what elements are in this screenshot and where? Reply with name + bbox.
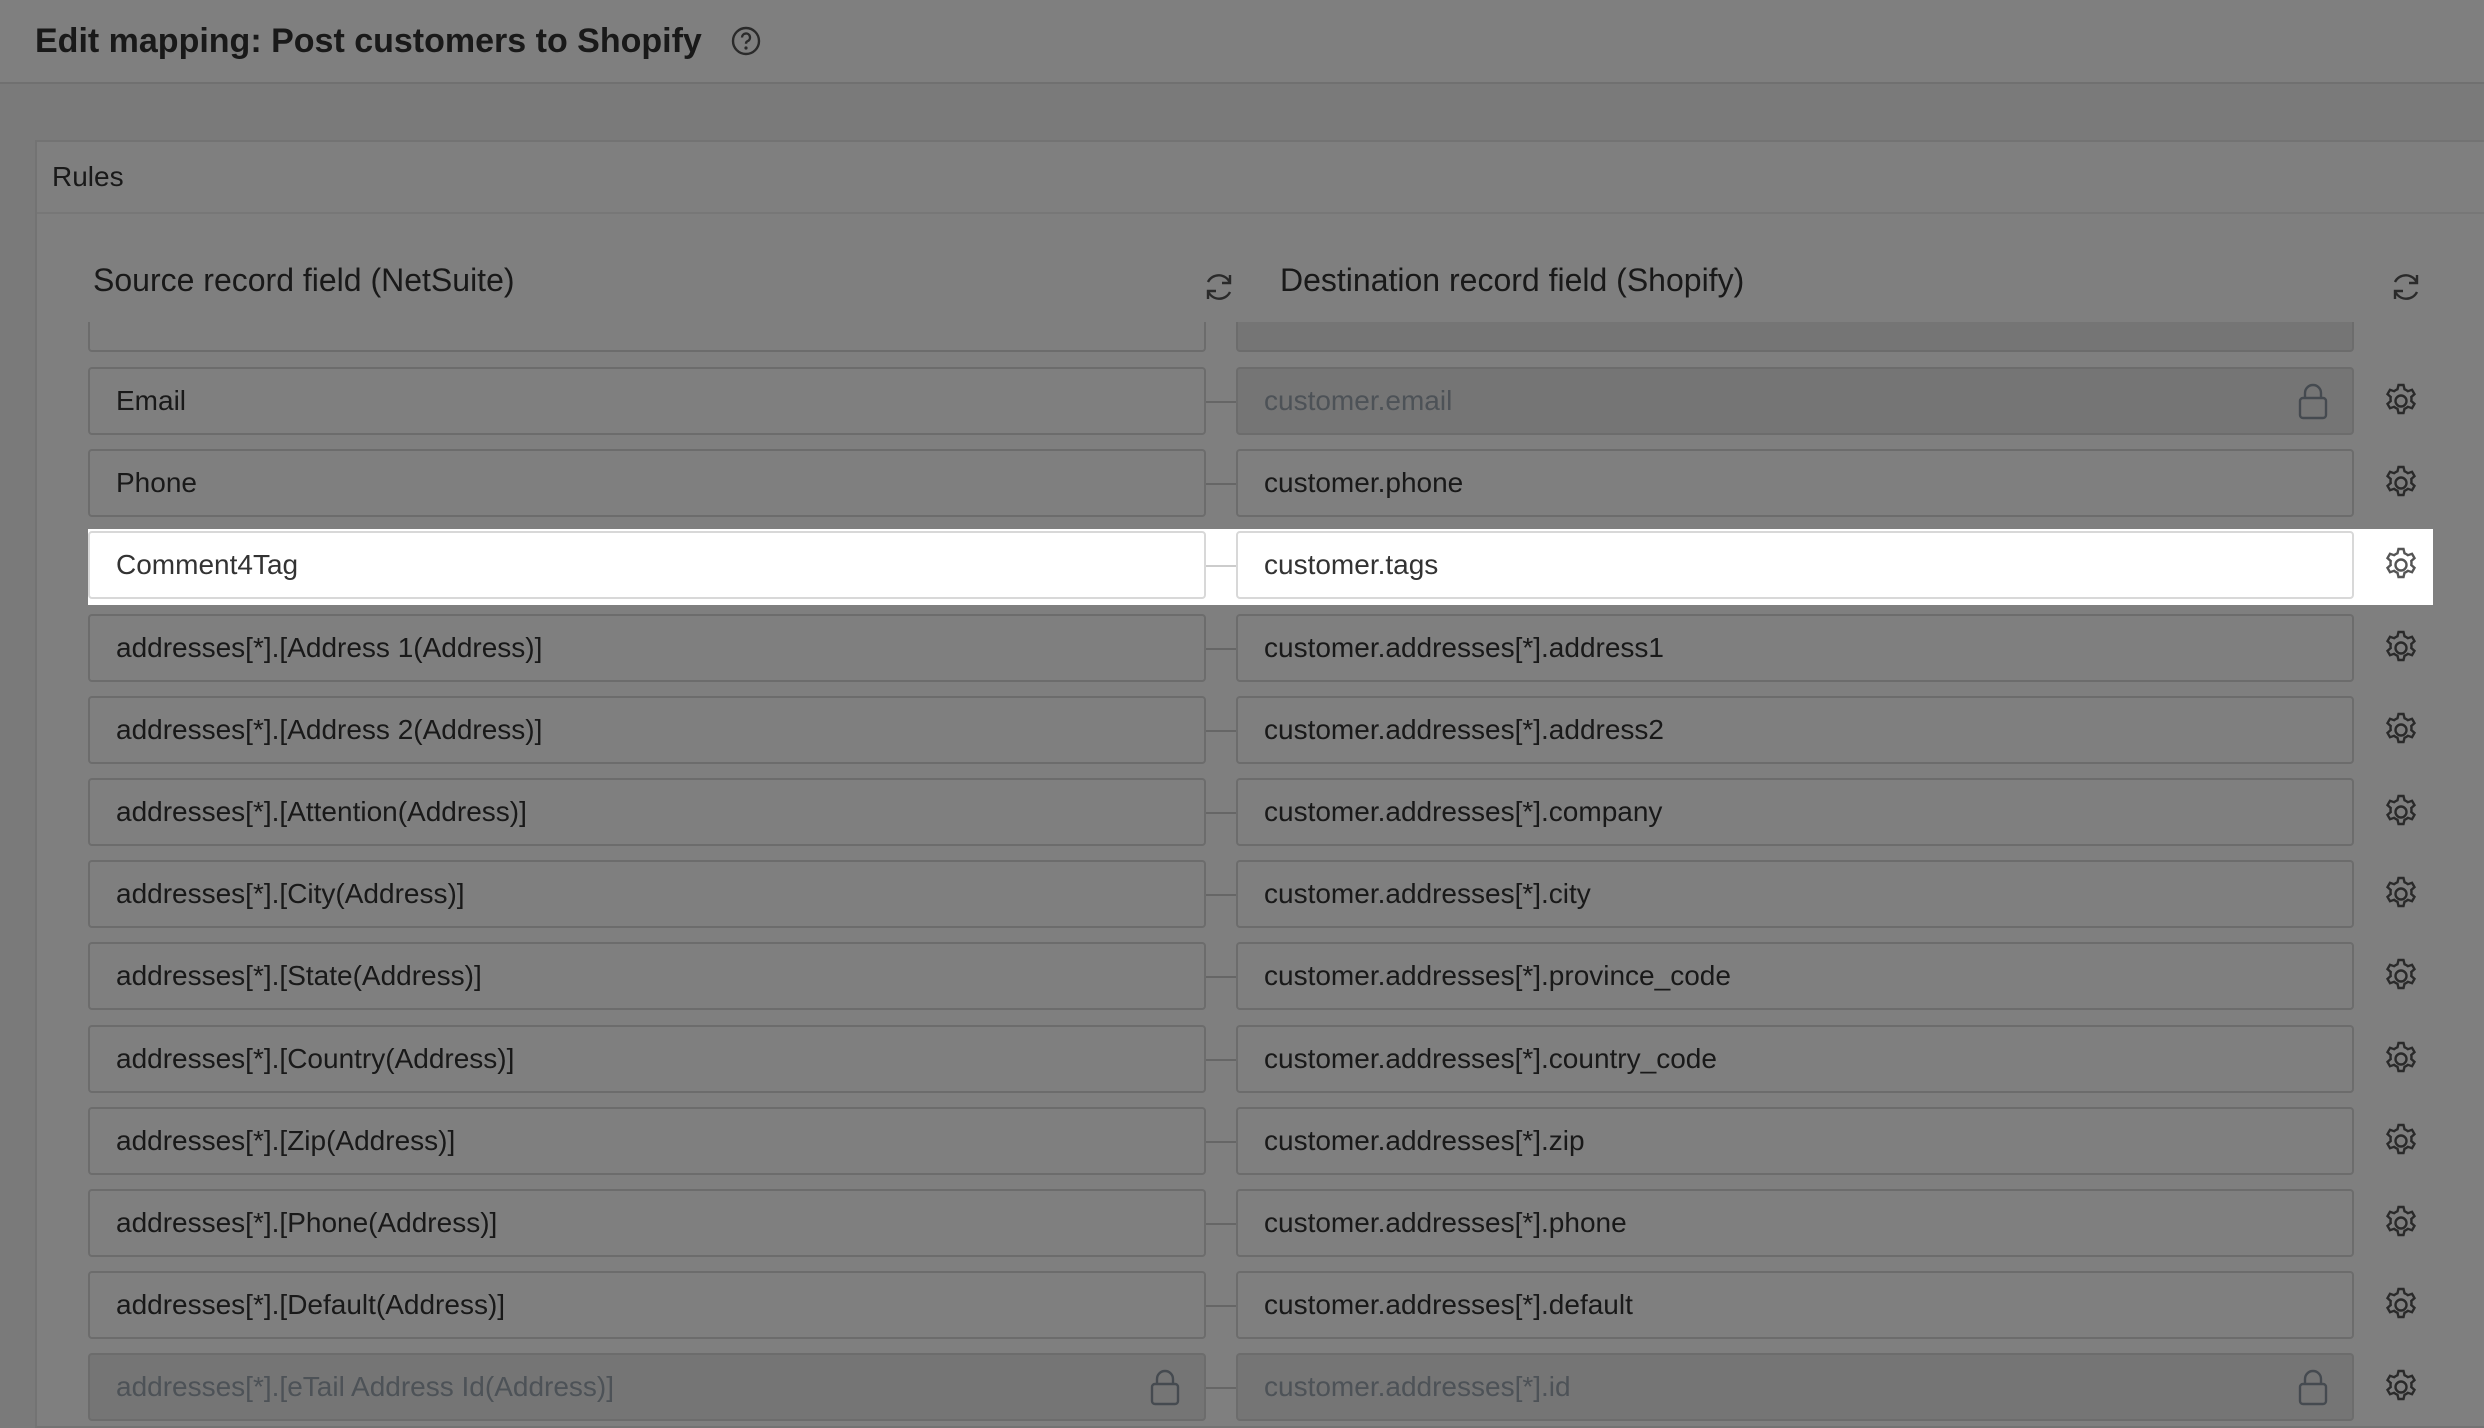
source-field-value: addresses[*].[State(Address)]: [116, 960, 482, 991]
mapping-connector: [1206, 1141, 1236, 1143]
page-title: Edit mapping: Post customers to Shopify: [35, 21, 702, 60]
source-field[interactable]: addresses[*].[State(Address)]: [88, 942, 1206, 1010]
source-field[interactable]: addresses[*].[Default(Address)]: [88, 1271, 1206, 1339]
source-field[interactable]: addresses[*].[Phone(Address)]: [88, 1189, 1206, 1257]
mapping-connector: [1206, 565, 1236, 567]
settings-gear-icon[interactable]: [2381, 874, 2421, 914]
destination-refresh-icon[interactable]: [2388, 269, 2424, 305]
destination-field-value: customer.addresses[*].address1: [1264, 632, 1664, 663]
destination-field-value: customer.addresses[*].country_code: [1264, 1043, 1717, 1074]
mapping-connector: [1206, 1223, 1236, 1225]
destination-field[interactable]: customer.addresses[*].company: [1236, 778, 2354, 846]
mapping-connector: [1206, 812, 1236, 814]
source-field-value: addresses[*].[Zip(Address)]: [116, 1125, 456, 1156]
settings-gear-icon[interactable]: [2381, 463, 2421, 503]
settings-gear-icon[interactable]: [2381, 545, 2421, 585]
destination-field[interactable]: customer.addresses[*].address1: [1236, 614, 2354, 682]
destination-field[interactable]: customer.addresses[*].phone: [1236, 1189, 2354, 1257]
settings-gear-icon[interactable]: [2381, 1121, 2421, 1161]
destination-field[interactable]: customer.phone: [1236, 449, 2354, 517]
source-field-value: Email: [116, 385, 187, 416]
source-field[interactable]: addresses[*].[Address 1(Address)]: [88, 614, 1206, 682]
settings-gear-icon[interactable]: [2381, 956, 2421, 996]
destination-field[interactable]: customer.addresses[*].country_code: [1236, 1025, 2354, 1093]
source-field: addresses[*].[eTail Address Id(Address)]: [88, 1353, 1206, 1421]
source-field-partial: [88, 322, 1206, 352]
settings-gear-icon[interactable]: [2381, 1285, 2421, 1325]
destination-field-value: customer.addresses[*].phone: [1264, 1207, 1627, 1238]
settings-gear-icon[interactable]: [2381, 1367, 2421, 1407]
destination-field[interactable]: customer.addresses[*].zip: [1236, 1107, 2354, 1175]
destination-field-value: customer.phone: [1264, 467, 1464, 498]
mapping-connector: [1206, 1305, 1236, 1307]
source-field-value: addresses[*].[Phone(Address)]: [116, 1207, 498, 1238]
destination-field-value: customer.addresses[*].city: [1264, 878, 1591, 909]
source-field-value: addresses[*].[Address 1(Address)]: [116, 632, 543, 663]
destination-field[interactable]: customer.tags: [1236, 531, 2354, 599]
source-field[interactable]: addresses[*].[Zip(Address)]: [88, 1107, 1206, 1175]
settings-gear-icon[interactable]: [2381, 381, 2421, 421]
lock-icon: [2296, 381, 2330, 421]
settings-gear-icon[interactable]: [2381, 1203, 2421, 1243]
source-field[interactable]: addresses[*].[Attention(Address)]: [88, 778, 1206, 846]
source-field[interactable]: addresses[*].[City(Address)]: [88, 860, 1206, 928]
lock-icon: [1148, 1367, 1182, 1407]
lock-icon: [2296, 1367, 2330, 1407]
source-field-value: addresses[*].[eTail Address Id(Address)]: [116, 1371, 615, 1402]
mapping-connector: [1206, 1387, 1236, 1389]
mapping-connector: [1206, 894, 1236, 896]
destination-field-value: customer.addresses[*].address2: [1264, 714, 1664, 745]
destination-field-value: customer.addresses[*].company: [1264, 796, 1663, 827]
destination-field-value: customer.addresses[*].default: [1264, 1289, 1633, 1320]
source-field[interactable]: addresses[*].[Address 2(Address)]: [88, 696, 1206, 764]
mapping-connector: [1206, 976, 1236, 978]
destination-field-value: customer.email: [1264, 385, 1453, 416]
source-refresh-icon[interactable]: [1201, 269, 1237, 305]
destination-field[interactable]: customer.addresses[*].province_code: [1236, 942, 2354, 1010]
settings-gear-icon[interactable]: [2381, 710, 2421, 750]
destination-field-value: customer.addresses[*].province_code: [1264, 960, 1731, 991]
mapping-connector: [1206, 1059, 1236, 1061]
source-field-value: addresses[*].[Default(Address)]: [116, 1289, 506, 1320]
rules-title: Rules: [37, 142, 2484, 214]
source-field-value: Phone: [116, 467, 197, 498]
destination-field-partial: [1236, 322, 2354, 352]
destination-column-heading: Destination record field (Shopify): [1280, 262, 1745, 298]
mapping-connector: [1206, 648, 1236, 650]
mapping-connector: [1206, 730, 1236, 732]
page-header: Edit mapping: Post customers to Shopify: [0, 0, 2484, 84]
destination-field[interactable]: customer.addresses[*].default: [1236, 1271, 2354, 1339]
mapping-connector: [1206, 483, 1236, 485]
settings-gear-icon[interactable]: [2381, 628, 2421, 668]
source-field[interactable]: addresses[*].[Country(Address)]: [88, 1025, 1206, 1093]
source-column-heading: Source record field (NetSuite): [93, 262, 515, 298]
source-field[interactable]: Email: [88, 367, 1206, 435]
source-field[interactable]: Comment4Tag: [88, 531, 1206, 599]
destination-field-value: customer.addresses[*].id: [1264, 1371, 1571, 1402]
mapping-connector: [1206, 401, 1236, 403]
settings-gear-icon[interactable]: [2381, 1039, 2421, 1079]
source-field-value: addresses[*].[Attention(Address)]: [116, 796, 527, 827]
destination-field[interactable]: customer.addresses[*].city: [1236, 860, 2354, 928]
source-field-value: addresses[*].[Country(Address)]: [116, 1043, 515, 1074]
destination-field: customer.addresses[*].id: [1236, 1353, 2354, 1421]
source-field-value: Comment4Tag: [116, 549, 299, 580]
destination-field-value: customer.tags: [1264, 549, 1439, 580]
destination-field[interactable]: customer.addresses[*].address2: [1236, 696, 2354, 764]
help-icon[interactable]: [730, 25, 762, 57]
destination-field-value: customer.addresses[*].zip: [1264, 1125, 1585, 1156]
settings-gear-icon[interactable]: [2381, 792, 2421, 832]
destination-field: customer.email: [1236, 367, 2354, 435]
source-field-value: addresses[*].[Address 2(Address)]: [116, 714, 543, 745]
source-field-value: addresses[*].[City(Address)]: [116, 878, 465, 909]
source-field[interactable]: Phone: [88, 449, 1206, 517]
